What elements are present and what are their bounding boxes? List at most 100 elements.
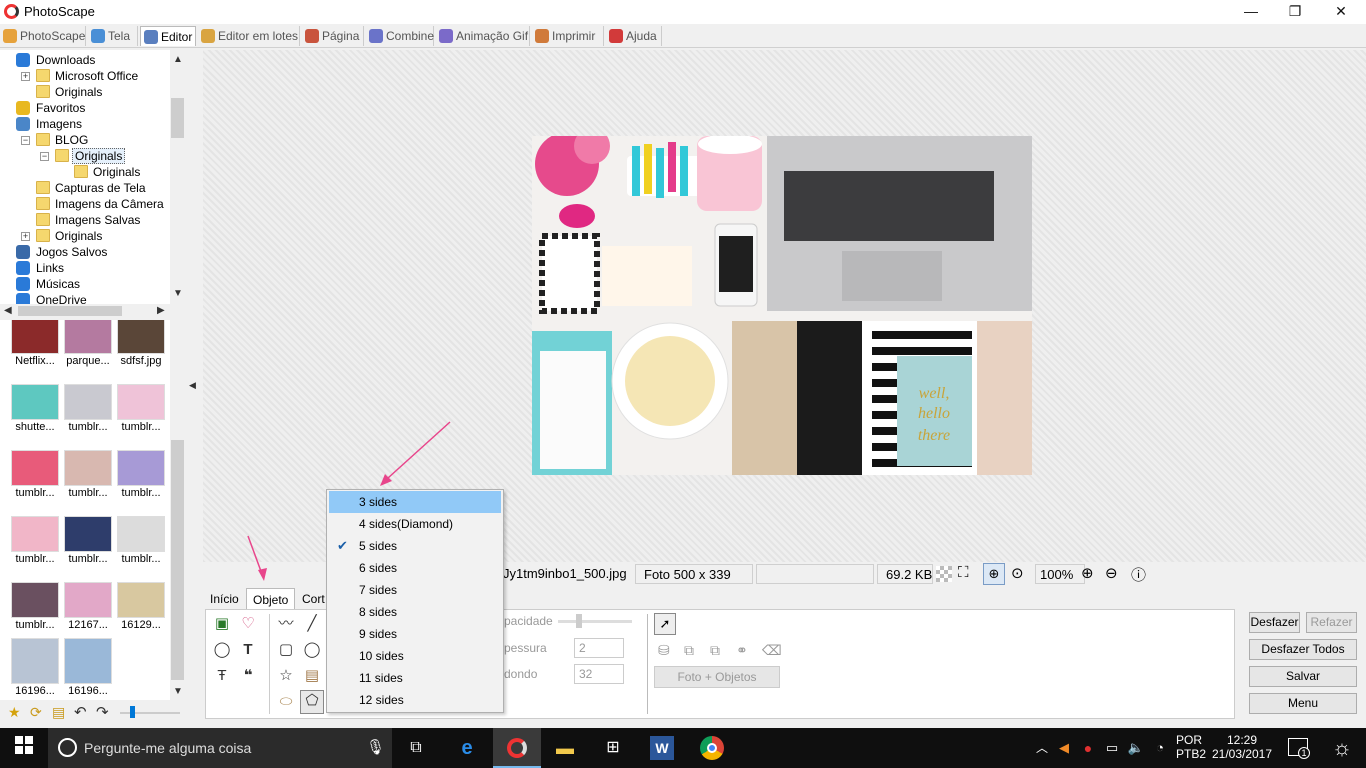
windows-start-icon[interactable] <box>12 736 36 760</box>
undo-all-button[interactable]: Desfazer Todos <box>1249 639 1357 660</box>
open-folder-icon[interactable]: ▤ <box>52 704 65 721</box>
thumbnail-image[interactable] <box>64 516 112 552</box>
tab-editor-em-lotes[interactable]: Editor em lotes <box>198 26 300 46</box>
thumbnail-label[interactable]: 16129... <box>114 619 168 631</box>
tree-scroll-thumb[interactable] <box>171 98 184 138</box>
tab-photoscape[interactable]: PhotoScape <box>0 26 86 46</box>
menu-item-12-sides[interactable]: 12 sides <box>329 689 501 711</box>
edge-browser-icon[interactable]: e <box>455 736 479 760</box>
thumbnail-label[interactable]: tumblr... <box>114 487 168 499</box>
balloon-tool-icon[interactable]: ◯ <box>212 640 232 660</box>
thickness-input[interactable]: 2 <box>574 638 624 658</box>
thumbnail-size-slider[interactable] <box>120 712 180 714</box>
redo-button[interactable]: Refazer <box>1306 612 1357 633</box>
tab-combine[interactable]: Combine <box>366 26 434 46</box>
chrome-icon[interactable] <box>700 736 724 760</box>
thumbnail-image[interactable] <box>64 638 112 684</box>
menu-item-9-sides[interactable]: 9 sides <box>329 623 501 645</box>
minimize-button[interactable]: — <box>1228 0 1274 24</box>
panel-splitter[interactable]: ◀ <box>186 50 200 700</box>
tree-expander-icon[interactable]: + <box>21 232 30 241</box>
transparency-icon[interactable] <box>936 566 952 582</box>
menu-item-10-sides[interactable]: 10 sides <box>329 645 501 667</box>
object-order-icon[interactable]: ⛁ <box>658 642 670 659</box>
circle-tool-icon[interactable]: ◯ <box>302 640 322 660</box>
folder-tree[interactable]: Downloads + Microsoft Office Originals Favor… <box>0 50 185 304</box>
thumbnail-image[interactable] <box>64 384 112 420</box>
duplicate-object-icon[interactable]: ⧉ <box>710 642 720 659</box>
thumbnail-image[interactable] <box>11 384 59 420</box>
thumbnail-image[interactable] <box>64 320 112 354</box>
thumbnail-label[interactable]: tumblr... <box>114 421 168 433</box>
edited-photo[interactable]: well, hello there <box>532 136 1032 475</box>
thumbnail-image[interactable] <box>11 516 59 552</box>
actual-size-icon[interactable]: ⊕ <box>983 563 1005 585</box>
thumbnail-label[interactable]: tumblr... <box>61 487 115 499</box>
thumbnail-image[interactable] <box>117 320 165 354</box>
save-button[interactable]: Salvar <box>1249 666 1357 687</box>
scroll-right-arrow-icon[interactable]: ▶ <box>157 305 165 316</box>
tab-anima-o-gif[interactable]: Animação Gif <box>436 26 530 46</box>
battery-icon[interactable]: ▭ <box>1100 736 1124 760</box>
task-view-icon[interactable]: ⧉ <box>404 736 428 760</box>
opacity-slider[interactable] <box>558 620 632 623</box>
thumbnail-image[interactable] <box>11 638 59 684</box>
thumbnail-image[interactable] <box>64 582 112 618</box>
forward-icon[interactable]: ↷ <box>96 703 109 721</box>
scroll-left-arrow-icon[interactable]: ◀ <box>4 305 12 316</box>
tab-tela[interactable]: Tela <box>88 26 138 46</box>
show-hidden-icons[interactable]: ︿ <box>1030 736 1054 760</box>
refresh-folder-icon[interactable]: ⟳ <box>30 704 42 721</box>
thumbnail-label[interactable]: parque... <box>61 355 115 367</box>
tab-inicio[interactable]: Início <box>204 588 245 610</box>
thumbnail-label[interactable]: tumblr... <box>8 553 62 565</box>
thumbnail-label[interactable]: tumblr... <box>61 421 115 433</box>
tab-p-gina[interactable]: Página <box>302 26 364 46</box>
star-icon[interactable]: ★ <box>8 704 21 721</box>
thumbnail-image[interactable] <box>117 582 165 618</box>
thumbnail-label[interactable]: tumblr... <box>8 487 62 499</box>
opacity-slider-handle[interactable] <box>576 614 582 628</box>
collapse-arrow-icon[interactable]: ◀ <box>189 380 196 391</box>
antivirus-icon[interactable]: ● <box>1076 736 1100 760</box>
zoom-out-icon[interactable]: ⊖ <box>1105 564 1118 582</box>
speaker-icon[interactable]: 🔈 <box>1124 736 1148 760</box>
thumbnail-image[interactable] <box>117 516 165 552</box>
word-icon[interactable]: W <box>650 736 674 760</box>
box-tool-icon[interactable]: ▤ <box>302 666 322 686</box>
file-explorer-icon[interactable]: ▬ <box>553 736 577 760</box>
action-center-icon[interactable]: 1 <box>1288 738 1310 759</box>
ellipse-fill-tool-icon[interactable]: ⬭ <box>276 692 296 712</box>
thumbnail-image[interactable] <box>117 384 165 420</box>
freehand-tool-icon[interactable]: 〰 <box>276 614 296 634</box>
thumbnail-size-slider-handle[interactable] <box>130 706 135 718</box>
quote-tool-icon[interactable]: ❝ <box>238 666 258 686</box>
thumbnail-label[interactable]: Netflix... <box>8 355 62 367</box>
select-pointer-icon[interactable]: ➚ <box>654 613 676 635</box>
photo-objects-button[interactable]: Foto + Objetos <box>654 666 780 688</box>
thumbnail-label[interactable]: 16196... <box>8 685 62 697</box>
tree-horizontal-scrollbar[interactable]: ◀ ▶ <box>0 304 170 318</box>
close-button[interactable]: ✕ <box>1318 0 1364 24</box>
cortana-search-box[interactable]: Pergunte-me alguma coisa 🎙 <box>48 728 392 768</box>
scroll-up-arrow-icon[interactable]: ▲ <box>173 54 183 65</box>
thumbnail-scrollbar[interactable]: ▼ <box>170 320 185 700</box>
store-icon[interactable]: ⊞ <box>601 736 625 760</box>
volume-app-icon[interactable]: ◀ <box>1052 736 1076 760</box>
thumbnail-label[interactable]: 12167... <box>61 619 115 631</box>
icon-tool-icon[interactable]: ♡ <box>238 614 258 634</box>
undo-button[interactable]: Desfazer <box>1249 612 1300 633</box>
brightness-icon[interactable]: ☼ <box>1330 736 1354 760</box>
text-tool-icon[interactable]: T <box>238 640 258 660</box>
thumbnail-image[interactable] <box>11 320 59 354</box>
image-tool-icon[interactable]: ▣ <box>212 614 232 634</box>
thumbnail-label[interactable]: tumblr... <box>61 553 115 565</box>
microphone-icon[interactable]: 🎙 <box>366 738 385 756</box>
tree-expander-icon[interactable]: + <box>21 72 30 81</box>
fit-screen-icon[interactable]: ⛶ <box>958 564 969 581</box>
tree-expander-icon[interactable]: − <box>40 152 49 161</box>
thumbnail-label[interactable]: sdfsf.jpg <box>114 355 168 367</box>
thumbnail-label[interactable]: 16196... <box>61 685 115 697</box>
tab-editor[interactable]: Editor <box>140 26 196 46</box>
back-icon[interactable]: ↶ <box>74 703 87 721</box>
